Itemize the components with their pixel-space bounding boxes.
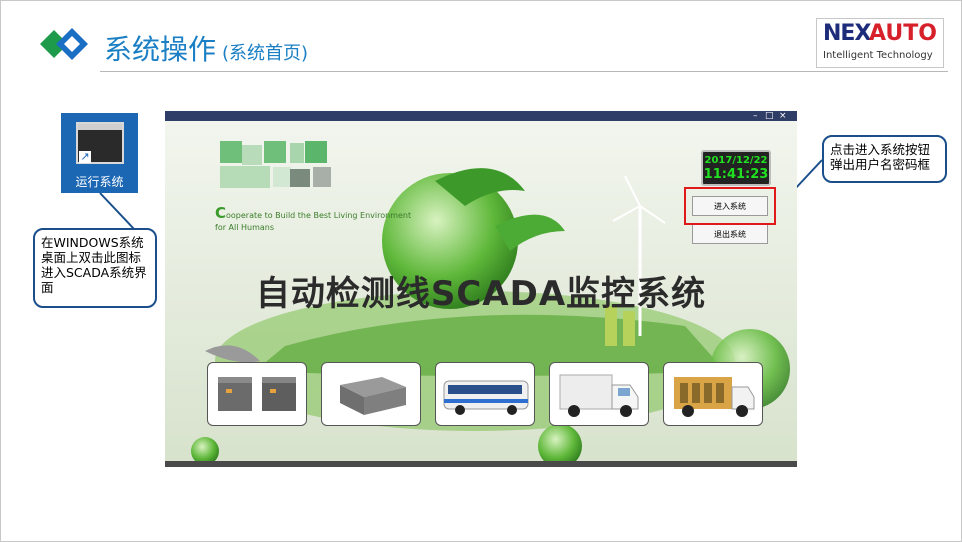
slide-title: 系统操作 (系统首页) [104, 28, 308, 68]
battery-box-thumbnail[interactable] [321, 362, 421, 426]
app-tagline: Cooperate to Build the Best Living Envir… [215, 204, 412, 234]
brand-tagline: Intelligent Technology [823, 50, 933, 61]
desktop-shortcut-label: 运行系统 [75, 175, 124, 189]
battery-packs-thumbnail[interactable] [207, 362, 307, 426]
tagline-line-1: ooperate to Build the Best Living Enviro… [226, 211, 412, 220]
brand-logo: NEX AUTO Intelligent Technology [816, 18, 944, 68]
callout-enter-button-tip: 点击进入系统按钮弹出用户名密码框 [822, 135, 947, 183]
slide-title-text: 系统操作 [104, 33, 217, 66]
minimize-icon[interactable]: – [753, 111, 758, 121]
maximize-icon[interactable]: □ [765, 111, 774, 121]
clock-time: 11:41:23 [703, 167, 769, 182]
battery-box-icon [340, 377, 406, 415]
app-bottom-bar [165, 461, 797, 467]
exit-system-button[interactable]: 退出系统 [692, 224, 768, 244]
utility-truck-icon [674, 377, 755, 417]
callout-desktop-icon-tip: 在WINDOWS系统桌面上双击此图标进入SCADA系统界面 [33, 228, 157, 308]
datetime-display: 2017/12/22 11:41:23 [701, 150, 771, 186]
slide-subtitle: (系统首页) [222, 43, 309, 64]
tagline-lead: C [215, 204, 227, 222]
bus-icon [443, 380, 529, 415]
electric-bus-thumbnail[interactable] [435, 362, 535, 426]
app-titlebar: – □ × [165, 111, 797, 121]
shortcut-arrow-icon: ↗ [79, 150, 91, 163]
tagline-line-2: for All Humans [215, 223, 275, 232]
battery-pack-icon [218, 377, 296, 411]
app-main-title: 自动检测线SCADA监控系统 [255, 274, 707, 314]
truck-icon [559, 374, 639, 417]
electric-truck-thumbnail[interactable] [549, 362, 649, 426]
close-icon[interactable]: × [779, 111, 787, 121]
header-divider [100, 71, 948, 72]
slide-logo-diamond-icon [40, 28, 88, 60]
brand-ne-text: NEX [823, 21, 871, 46]
scada-app-window: – □ × Cooperate to Build the Best Living… [165, 111, 797, 467]
clock-date: 2017/12/22 [704, 155, 768, 166]
highlight-frame [684, 187, 776, 225]
desktop-shortcut-scada[interactable]: ↗ 运行系统 [61, 113, 138, 193]
brand-auto-text: AUTO [869, 21, 937, 46]
utility-vehicle-thumbnail[interactable] [663, 362, 763, 426]
